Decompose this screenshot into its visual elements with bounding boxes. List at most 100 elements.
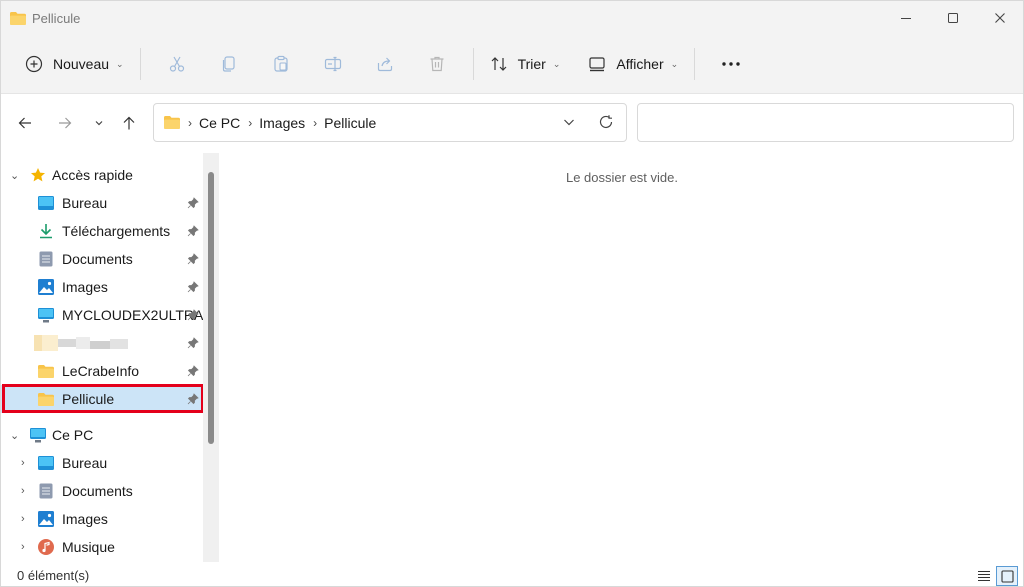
desktop-icon bbox=[38, 195, 54, 211]
title-bar: Pellicule bbox=[1, 1, 1023, 35]
scrollbar-thumb[interactable] bbox=[208, 172, 214, 444]
chevron-right-icon[interactable]: › bbox=[21, 457, 25, 469]
view-label: Afficher bbox=[616, 56, 664, 72]
share-button[interactable] bbox=[359, 47, 411, 81]
monitor-icon bbox=[38, 307, 54, 323]
pictures-icon bbox=[38, 511, 54, 527]
sidebar-item-label: Accès rapide bbox=[52, 167, 133, 183]
address-dropdown-button[interactable] bbox=[562, 115, 576, 132]
new-label: Nouveau bbox=[53, 56, 110, 72]
copy-button[interactable] bbox=[203, 47, 255, 81]
new-button[interactable]: Nouveau ⌄ bbox=[19, 47, 130, 81]
chevron-down-icon: ⌄ bbox=[10, 429, 20, 442]
pin-icon bbox=[187, 309, 199, 324]
sidebar-item-documents[interactable]: Documents bbox=[1, 245, 203, 273]
details-view-icon bbox=[978, 571, 990, 581]
breadcrumb-pellicule[interactable]: Pellicule bbox=[324, 115, 376, 131]
divider bbox=[694, 48, 696, 80]
refresh-button[interactable] bbox=[598, 114, 614, 133]
pin-icon bbox=[187, 197, 199, 212]
up-button[interactable] bbox=[117, 111, 141, 135]
file-explorer-window: Pellicule Nouveau ⌄ Trier ⌄ Afficher ⌄ ›… bbox=[0, 0, 1024, 587]
sidebar-item-desktop[interactable]: Bureau bbox=[1, 189, 203, 217]
view-icon bbox=[589, 57, 606, 72]
navigation-pane: ⌄ Accès rapide Bureau Téléchargements Do… bbox=[1, 150, 219, 563]
sidebar-item-label: Documents bbox=[62, 251, 133, 267]
forward-button[interactable] bbox=[53, 111, 77, 135]
close-button[interactable] bbox=[976, 1, 1023, 35]
breadcrumb-separator: › bbox=[248, 115, 253, 130]
minimize-button[interactable] bbox=[882, 1, 929, 35]
close-icon bbox=[994, 13, 1005, 23]
address-bar[interactable]: › Ce PC › Images › Pellicule bbox=[153, 103, 627, 142]
more-icon bbox=[722, 62, 740, 66]
chevron-down-icon: ⌄ bbox=[552, 58, 561, 69]
cut-button[interactable] bbox=[151, 47, 203, 81]
sidebar-item-pc-desktop[interactable]: › Bureau bbox=[1, 449, 203, 477]
sidebar-item-label: Ce PC bbox=[52, 427, 94, 443]
pin-icon bbox=[187, 281, 199, 296]
chevron-down-icon: ⌄ bbox=[116, 58, 124, 69]
chevron-down-icon bbox=[564, 119, 574, 126]
breadcrumb-this-pc[interactable]: Ce PC bbox=[199, 115, 240, 131]
maximize-icon bbox=[947, 13, 958, 23]
chevron-right-icon[interactable]: › bbox=[21, 541, 25, 553]
arrow-up-icon bbox=[123, 116, 135, 130]
navigation-scrollbar[interactable] bbox=[203, 153, 219, 562]
rename-button[interactable] bbox=[307, 47, 359, 81]
share-icon bbox=[377, 57, 392, 72]
blurred-item bbox=[34, 335, 128, 351]
breadcrumb-images[interactable]: Images bbox=[259, 115, 305, 131]
paste-button[interactable] bbox=[255, 47, 307, 81]
pin-icon bbox=[187, 253, 199, 268]
pin-icon bbox=[187, 337, 199, 352]
delete-button[interactable] bbox=[411, 47, 463, 81]
search-input[interactable] bbox=[637, 103, 1014, 142]
pin-icon bbox=[187, 225, 199, 240]
command-bar: Nouveau ⌄ Trier ⌄ Afficher ⌄ bbox=[1, 35, 1023, 94]
chevron-right-icon[interactable]: › bbox=[21, 485, 25, 497]
maximize-button[interactable] bbox=[929, 1, 976, 35]
large-icons-view-icon bbox=[1000, 569, 1014, 583]
divider bbox=[472, 48, 474, 80]
details-view-button[interactable] bbox=[973, 566, 995, 586]
sidebar-item-label: LeCrabeInfo bbox=[62, 363, 140, 379]
sort-label: Trier bbox=[517, 56, 546, 72]
desktop-icon bbox=[38, 455, 54, 471]
divider bbox=[139, 48, 141, 80]
sidebar-item-pc-music[interactable]: › Musique bbox=[1, 533, 203, 561]
sort-button[interactable]: Trier ⌄ bbox=[484, 47, 567, 81]
chevron-right-icon[interactable]: › bbox=[21, 513, 25, 525]
sidebar-item-label: Bureau bbox=[62, 455, 108, 471]
chevron-down-icon: ⌄ bbox=[670, 58, 679, 69]
copy-icon bbox=[222, 56, 235, 72]
sidebar-item-pc-pictures[interactable]: › Images bbox=[1, 505, 203, 533]
folder-icon bbox=[164, 115, 180, 131]
sidebar-item-pc-documents[interactable]: › Documents bbox=[1, 477, 203, 505]
more-options-button[interactable] bbox=[705, 47, 757, 81]
scissors-icon bbox=[169, 56, 184, 72]
sidebar-item-quick-access[interactable]: ⌄ Accès rapide bbox=[1, 161, 203, 189]
status-bar: 0 élément(s) bbox=[1, 563, 1023, 586]
sidebar-item-label: Images bbox=[62, 511, 108, 527]
sidebar-item-this-pc[interactable]: ⌄ Ce PC bbox=[1, 421, 203, 449]
sidebar-item-lecrabeinfo[interactable]: LeCrabeInfo bbox=[1, 357, 203, 385]
large-icons-view-button[interactable] bbox=[996, 566, 1018, 586]
file-list-area[interactable]: Le dossier est vide. bbox=[219, 150, 1023, 563]
sidebar-item-pictures[interactable]: Images bbox=[1, 273, 203, 301]
clipboard-icon bbox=[273, 55, 288, 72]
star-icon bbox=[30, 167, 46, 183]
refresh-icon bbox=[599, 115, 613, 128]
view-button[interactable]: Afficher ⌄ bbox=[582, 47, 684, 81]
sidebar-item-label: Téléchargements bbox=[62, 223, 171, 239]
folder-icon bbox=[38, 363, 54, 379]
sidebar-item-downloads[interactable]: Téléchargements bbox=[1, 217, 203, 245]
computer-icon bbox=[30, 427, 46, 443]
sidebar-item-network-drive[interactable]: MYCLOUDEX2ULTRA bbox=[1, 301, 203, 329]
recent-locations-button[interactable] bbox=[87, 111, 111, 135]
sidebar-item-label: MYCLOUDEX2ULTRA bbox=[62, 307, 204, 323]
document-icon bbox=[38, 483, 54, 499]
chevron-down-icon: ⌄ bbox=[10, 169, 20, 182]
sidebar-item-blurred[interactable] bbox=[1, 329, 203, 357]
back-button[interactable] bbox=[13, 111, 37, 135]
